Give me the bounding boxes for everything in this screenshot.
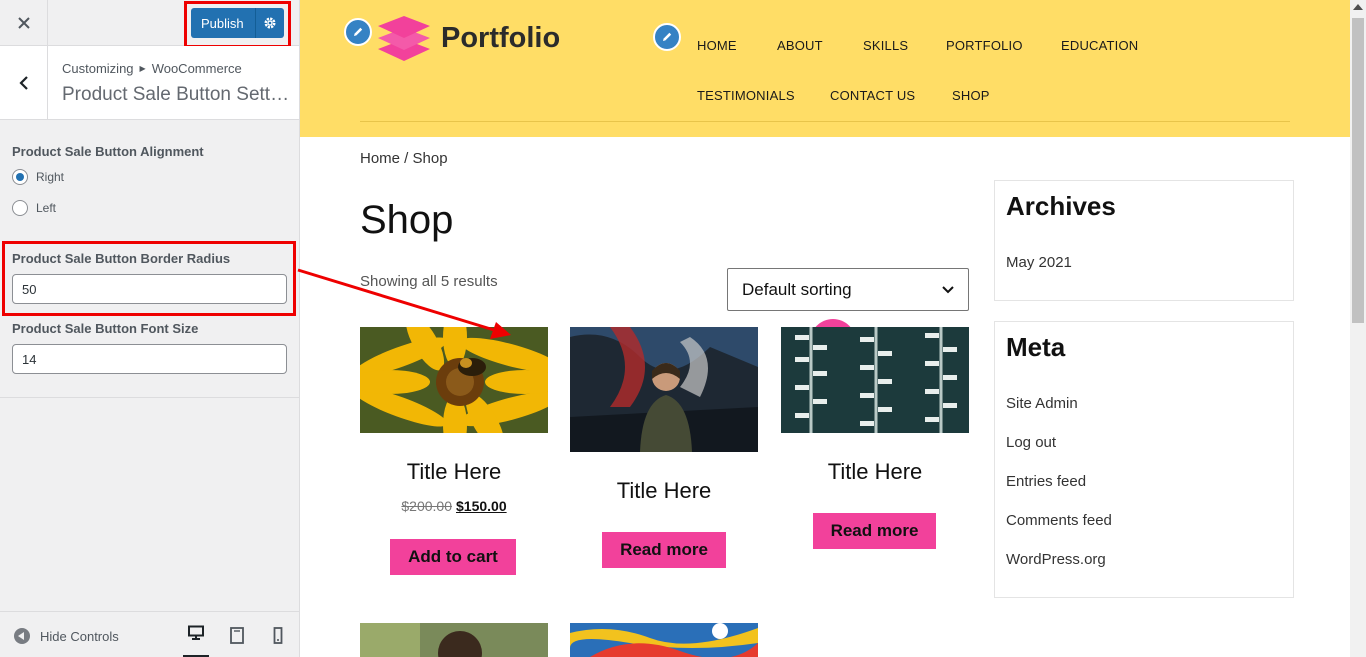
header-divider bbox=[360, 121, 1290, 122]
site-logo-text[interactable]: Portfolio bbox=[441, 22, 560, 55]
read-more-button-2[interactable]: Read more bbox=[602, 532, 726, 568]
nav-skills[interactable]: SKILLS bbox=[863, 38, 908, 53]
product-title-2[interactable]: Title Here bbox=[570, 478, 758, 504]
font-size-label: Product Sale Button Font Size bbox=[12, 321, 199, 336]
old-price: $200.00 bbox=[401, 498, 452, 514]
breadcrumb-separator-icon: ▶ bbox=[139, 64, 146, 73]
shop-breadcrumb[interactable]: Home / Shop bbox=[360, 150, 448, 167]
meta-title: Meta bbox=[1006, 332, 1066, 362]
logo-stack-icon bbox=[378, 16, 430, 61]
flower-image bbox=[360, 327, 548, 433]
meta-link-entries-feed[interactable]: Entries feed bbox=[1006, 473, 1086, 490]
publish-button[interactable]: Publish bbox=[191, 16, 255, 31]
desktop-preview-button[interactable] bbox=[183, 625, 209, 657]
nav-contact-us[interactable]: CONTACT US bbox=[830, 88, 915, 103]
hide-controls-button[interactable]: Hide Controls bbox=[14, 628, 119, 644]
sale-price: $150.00 bbox=[456, 498, 507, 514]
customizer-footer: Hide Controls bbox=[0, 611, 299, 657]
radio-left[interactable] bbox=[12, 200, 28, 216]
border-radius-label: Product Sale Button Border Radius bbox=[12, 251, 231, 266]
meta-link-site-admin[interactable]: Site Admin bbox=[1006, 395, 1078, 412]
product-image-5[interactable] bbox=[570, 623, 758, 657]
pencil-icon bbox=[354, 27, 363, 36]
edit-menu-shortcut[interactable] bbox=[653, 23, 681, 51]
nav-testimonials[interactable]: TESTIMONIALS bbox=[697, 88, 795, 103]
nav-about[interactable]: ABOUT bbox=[777, 38, 823, 53]
breadcrumb-section: WooCommerce bbox=[151, 61, 242, 76]
meta-link-comments-feed[interactable]: Comments feed bbox=[1006, 512, 1112, 529]
chevron-left-icon bbox=[18, 75, 28, 90]
section-title: Product Sale Button Setti… bbox=[62, 84, 290, 105]
archives-title: Archives bbox=[1006, 191, 1116, 221]
product-image-2[interactable] bbox=[570, 327, 758, 452]
breadcrumb-root: Customizing bbox=[62, 61, 134, 76]
marina-image bbox=[781, 327, 969, 433]
radio-left-label: Left bbox=[36, 201, 57, 215]
alignment-option-right[interactable]: Right bbox=[12, 169, 64, 185]
read-more-button-3[interactable]: Read more bbox=[813, 513, 936, 549]
alignment-option-left[interactable]: Left bbox=[12, 200, 56, 216]
gear-icon bbox=[264, 17, 275, 29]
sorting-value: Default sorting bbox=[742, 279, 852, 299]
back-button[interactable] bbox=[0, 46, 48, 119]
paint-image bbox=[570, 623, 758, 657]
graffiti-portrait-image bbox=[570, 327, 758, 452]
mobile-preview-button[interactable] bbox=[265, 625, 291, 647]
font-size-input[interactable]: 14 bbox=[12, 344, 287, 374]
site-header: Portfolio HOME ABOUT SKILLS PORTFOLIO ED… bbox=[300, 0, 1350, 137]
nav-portfolio[interactable]: PORTFOLIO bbox=[946, 38, 1023, 53]
product-title-3[interactable]: Title Here bbox=[781, 459, 969, 485]
sorting-select[interactable]: Default sorting bbox=[727, 268, 969, 311]
meta-widget: Meta Site Admin Log out Entries feed Com… bbox=[994, 321, 1294, 598]
add-to-cart-button[interactable]: Add to cart bbox=[390, 539, 516, 575]
tablet-icon bbox=[230, 627, 244, 644]
portrait-image bbox=[360, 623, 548, 657]
border-radius-input[interactable]: 50 bbox=[12, 274, 287, 304]
product-image-4[interactable] bbox=[360, 623, 548, 657]
product-title-1[interactable]: Title Here bbox=[360, 459, 548, 485]
close-customizer-button[interactable] bbox=[0, 0, 48, 46]
nav-education[interactable]: EDUCATION bbox=[1061, 38, 1138, 53]
panel-divider bbox=[0, 397, 299, 398]
product-price-1: $200.00 $150.00 bbox=[360, 498, 548, 514]
meta-link-wordpress-org[interactable]: WordPress.org bbox=[1006, 551, 1106, 568]
radio-right[interactable] bbox=[12, 169, 28, 185]
publish-settings-button[interactable] bbox=[255, 8, 283, 38]
close-icon bbox=[17, 17, 30, 29]
archives-widget: Archives May 2021 bbox=[994, 180, 1294, 301]
tablet-preview-button[interactable] bbox=[224, 625, 250, 647]
scrollbar-thumb[interactable] bbox=[1352, 18, 1364, 323]
meta-link-log-out[interactable]: Log out bbox=[1006, 434, 1056, 451]
nav-shop[interactable]: SHOP bbox=[952, 88, 990, 103]
nav-home[interactable]: HOME bbox=[697, 38, 737, 53]
radio-right-label: Right bbox=[36, 170, 65, 184]
edit-logo-shortcut[interactable] bbox=[344, 18, 372, 46]
hide-controls-label: Hide Controls bbox=[40, 628, 119, 644]
publish-button-group: Publish bbox=[191, 8, 284, 38]
alignment-label: Product Sale Button Alignment bbox=[12, 144, 204, 159]
customizer-breadcrumb: Customizing ▶ WooCommerce bbox=[62, 61, 242, 76]
customizer-header: Publish bbox=[0, 0, 299, 46]
product-image-3[interactable] bbox=[781, 327, 969, 433]
result-count: Showing all 5 results bbox=[360, 273, 498, 290]
mobile-icon bbox=[273, 627, 283, 644]
product-image-1[interactable] bbox=[360, 327, 548, 433]
archive-link-may-2021[interactable]: May 2021 bbox=[1006, 254, 1072, 271]
desktop-icon bbox=[188, 625, 204, 640]
collapse-icon bbox=[14, 628, 30, 644]
pencil-icon bbox=[663, 32, 672, 41]
site-preview: Portfolio HOME ABOUT SKILLS PORTFOLIO ED… bbox=[300, 0, 1350, 657]
customizer-panel: Publish Customizing ▶ WooCommerce Product … bbox=[0, 0, 300, 657]
section-header: Customizing ▶ WooCommerce Product Sale But… bbox=[0, 46, 299, 120]
scroll-up-icon[interactable] bbox=[1353, 4, 1363, 10]
chevron-down-icon bbox=[942, 285, 954, 293]
page-title: Shop bbox=[360, 198, 454, 242]
